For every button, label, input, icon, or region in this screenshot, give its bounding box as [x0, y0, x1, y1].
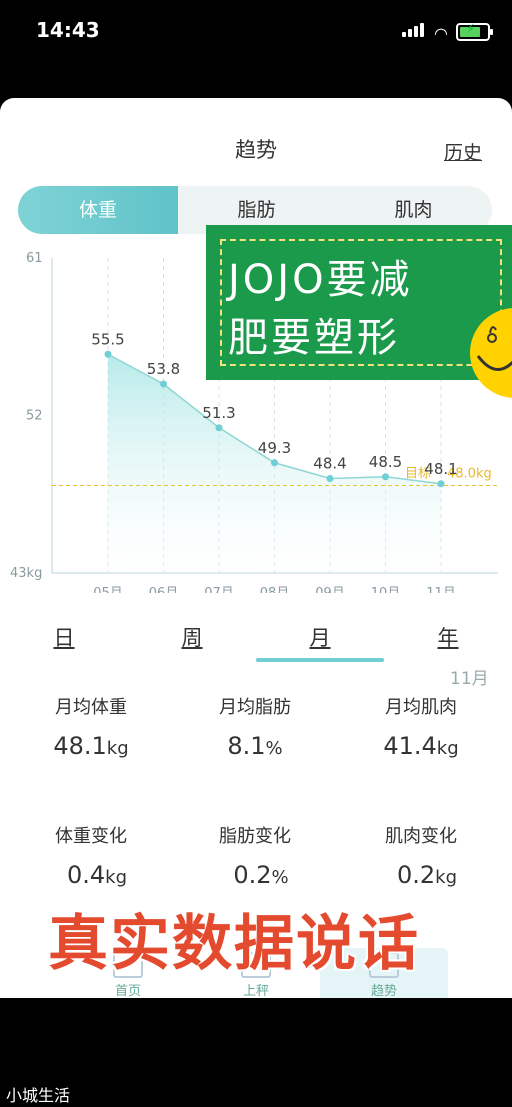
data-label: 48.1	[424, 460, 457, 478]
data-point	[104, 350, 112, 358]
data-label: 51.3	[202, 404, 235, 422]
status-icons: ◠ ⚡	[402, 22, 493, 43]
tab-indicator	[256, 658, 384, 662]
period-tabs: 日 周 月 年	[0, 618, 512, 662]
nav-label: 趋势	[370, 984, 397, 998]
stat-unit: %	[271, 867, 289, 888]
stat-number: 48.1	[53, 732, 107, 760]
stat-unit: kg	[436, 738, 459, 759]
sticker-line-2: 肥要塑形	[228, 315, 400, 361]
watermark: 小城生活	[6, 1086, 71, 1105]
stat-number: 0.2	[233, 861, 272, 889]
overlay-caption: 真实数据说话	[48, 909, 420, 979]
data-point	[326, 475, 334, 482]
stat-number: 41.4	[383, 732, 437, 760]
page-title: 趋势	[235, 138, 277, 162]
wifi-icon: ◠	[434, 24, 448, 43]
status-time: 14:43	[36, 18, 100, 42]
x-tick-label: 05月	[93, 586, 123, 593]
tab-weight[interactable]: 体重	[18, 186, 178, 234]
nav-label: 上秤	[242, 984, 269, 998]
data-label: 49.3	[258, 439, 291, 457]
stat-unit: kg	[435, 867, 458, 888]
stat-value: 48.1kg	[26, 732, 156, 760]
data-point	[437, 480, 445, 488]
data-point	[160, 380, 167, 388]
sticker-line-1: JOJO要减	[228, 257, 413, 303]
stat-label: 体重变化	[55, 826, 127, 847]
history-link[interactable]: 历史	[444, 138, 482, 165]
tab-month[interactable]: 月	[256, 622, 384, 652]
y-tick-label: 52	[26, 409, 43, 424]
tab-day[interactable]: 日	[0, 622, 128, 652]
status-bar: 14:43 ◠ ⚡	[0, 0, 512, 60]
tab-week[interactable]: 周	[128, 622, 256, 652]
stat-unit: %	[265, 738, 283, 759]
stat-unit: kg	[105, 867, 128, 888]
app-screen: 趋势 历史 体重 脂肪 肌肉 615243kg05月06月07月08月09月10…	[0, 98, 512, 998]
data-label: 48.4	[313, 455, 346, 473]
stat-value: 0.2%	[196, 861, 326, 889]
nav-label: 首页	[114, 984, 141, 998]
battery-icon: ⚡	[455, 22, 493, 41]
x-tick-label: 06月	[149, 586, 179, 593]
stat-number: 8.1	[227, 732, 266, 760]
stat-value: 0.4kg	[32, 861, 162, 889]
x-tick-label: 10月	[371, 586, 401, 593]
y-tick-label: 61	[26, 251, 43, 266]
tab-year[interactable]: 年	[384, 622, 512, 652]
x-tick-label: 08月	[260, 586, 290, 593]
stat-unit: kg	[106, 738, 129, 759]
data-point	[382, 473, 389, 481]
data-point	[215, 424, 223, 432]
data-point	[271, 459, 278, 467]
x-tick-label: 09月	[315, 586, 345, 593]
stat-number: 0.4	[66, 861, 106, 889]
data-label: 53.8	[147, 360, 180, 378]
data-label: 48.5	[369, 453, 402, 471]
data-label: 55.5	[91, 330, 124, 348]
stat-number: 0.2	[396, 861, 436, 889]
sticker-overlay: JOJO要减 肥要塑形	[206, 225, 512, 380]
stat-label: 月均肌肉	[385, 697, 457, 718]
month-label: 11月	[450, 669, 489, 689]
y-tick-label: 43kg	[10, 566, 42, 581]
stat-label: 脂肪变化	[219, 826, 291, 847]
stat-value: 0.2kg	[362, 861, 492, 889]
stat-label: 肌肉变化	[385, 826, 457, 847]
stat-label: 月均脂肪	[219, 697, 291, 718]
x-tick-label: 07月	[204, 586, 234, 593]
stat-value: 8.1%	[190, 732, 320, 760]
signal-icon	[402, 22, 426, 41]
stat-value: 41.4kg	[356, 732, 486, 760]
x-tick-label: 11月	[426, 586, 456, 593]
stat-label: 月均体重	[55, 697, 127, 718]
